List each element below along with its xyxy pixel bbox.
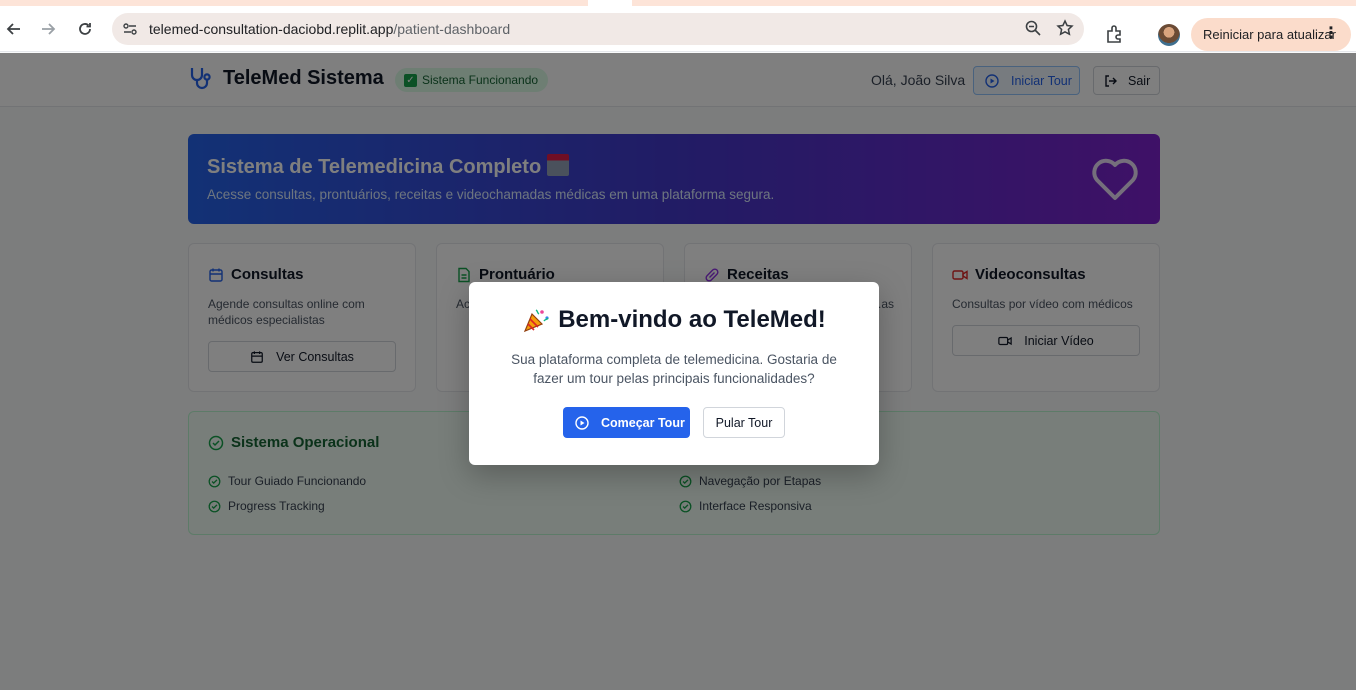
play-circle-icon xyxy=(575,415,589,430)
restart-update-label: Reiniciar para atualizar xyxy=(1203,27,1336,42)
reload-icon[interactable] xyxy=(73,17,97,41)
skip-tour-button[interactable]: Pular Tour xyxy=(703,407,785,438)
url-path: /patient-dashboard xyxy=(393,21,511,37)
url-host: telemed-consultation-daciobd.replit.app xyxy=(149,21,394,37)
forward-arrow-icon[interactable] xyxy=(36,17,60,41)
party-popper-icon xyxy=(524,309,549,333)
address-bar[interactable]: telemed-consultation-daciobd.replit.app/… xyxy=(112,13,1084,45)
extensions-icon[interactable] xyxy=(1104,23,1126,45)
zoom-icon[interactable] xyxy=(1024,19,1042,42)
site-settings-icon[interactable] xyxy=(121,20,139,38)
modal-description: Sua plataforma completa de telemedicina.… xyxy=(511,352,837,386)
star-icon[interactable] xyxy=(1056,19,1074,42)
start-tour-button[interactable]: Começar Tour xyxy=(563,407,690,438)
restart-update-button[interactable]: Reiniciar para atualizar ⋮ xyxy=(1191,18,1351,51)
modal-title-text: Bem-vindo ao TeleMed! xyxy=(558,306,826,333)
profile-avatar[interactable] xyxy=(1158,24,1180,46)
back-arrow-icon[interactable] xyxy=(2,17,26,41)
welcome-modal: Bem-vindo ao TeleMed! Sua plataforma com… xyxy=(469,282,879,465)
skip-tour-label: Pular Tour xyxy=(715,415,773,430)
modal-title: Bem-vindo ao TeleMed! xyxy=(469,306,879,334)
kebab-menu-icon[interactable]: ⋮ xyxy=(1323,26,1339,42)
url-text: telemed-consultation-daciobd.replit.app/… xyxy=(149,21,510,37)
browser-toolbar: telemed-consultation-daciobd.replit.app/… xyxy=(0,6,1356,52)
start-tour-label: Começar Tour xyxy=(601,415,685,430)
